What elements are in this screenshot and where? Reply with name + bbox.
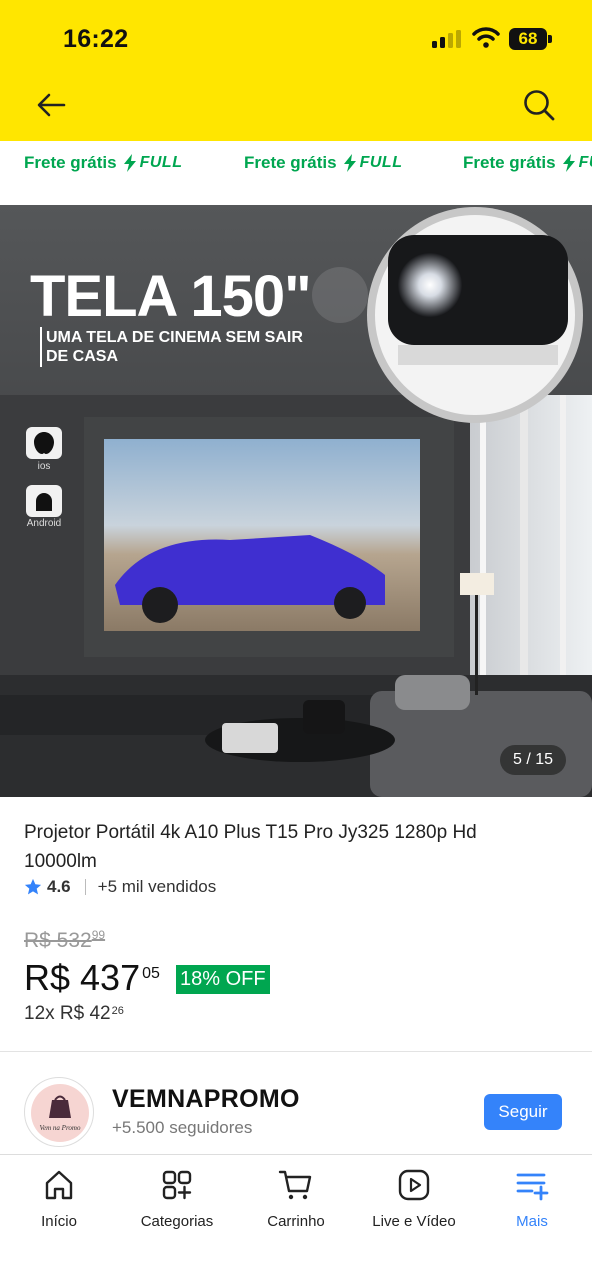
ios-label: ios	[37, 461, 51, 472]
search-icon	[524, 90, 555, 121]
search-button[interactable]	[522, 88, 556, 122]
seller-name[interactable]: VEMNAPROMO	[112, 1085, 300, 1114]
installments: 12x R$ 42 26	[24, 1003, 124, 1024]
home-icon	[45, 1170, 73, 1200]
nav-more-label: Mais	[516, 1213, 548, 1230]
svg-text:Vem na Promo: Vem na Promo	[40, 1124, 81, 1132]
promo-headline: TELA 150"	[30, 264, 312, 329]
wifi-icon	[472, 27, 500, 48]
rating-separator	[84, 879, 86, 895]
discount-badge: 18% OFF	[176, 965, 270, 994]
top-bar: 16:22 68	[0, 0, 592, 141]
categories-icon	[162, 1170, 192, 1200]
old-price: R$ 53299	[24, 928, 106, 952]
lightning-icon	[343, 154, 356, 172]
seller-avatar[interactable]: Vem na Promo	[24, 1077, 94, 1147]
lightning-icon	[123, 154, 136, 172]
battery-icon: 68	[509, 28, 553, 50]
free-shipping-badge: Frete grátis FULL	[463, 153, 592, 172]
bottom-nav: Início Categorias Carrinho Live e Vídeo …	[0, 1154, 592, 1280]
current-price: R$ 437 05	[24, 957, 160, 998]
nav-cart-label: Carrinho	[267, 1213, 325, 1230]
nav-categories-label: Categorias	[140, 1213, 214, 1230]
nav-categories[interactable]: Categorias	[118, 1167, 236, 1230]
image-counter: 5 / 15	[499, 745, 566, 775]
promo-subline-2: DE CASA	[46, 348, 119, 365]
cart-icon	[278, 1170, 312, 1200]
current-price-cents: 05	[142, 965, 160, 982]
seller-logo: Vem na Promo	[31, 1084, 89, 1142]
product-image-carousel[interactable]: TELA 150" UMA TELA DE CINEMA SEM SAIR DE…	[0, 205, 592, 797]
status-time: 16:22	[63, 25, 129, 53]
menu-plus-icon	[516, 1173, 549, 1201]
sold-count: +5 mil vendidos	[97, 877, 217, 896]
free-shipping-badge: Frete grátis FULL	[244, 153, 403, 172]
free-shipping-badge: Frete grátis FULL	[24, 153, 183, 172]
nav-live-video[interactable]: Live e Vídeo	[355, 1167, 473, 1230]
nav-live-video-label: Live e Vídeo	[372, 1213, 456, 1230]
promo-subline-1: UMA TELA DE CINEMA SEM SAIR	[46, 329, 303, 346]
arrow-left-icon	[37, 93, 66, 117]
product-title: Projetor Portátil 4k A10 Plus T15 Pro Jy…	[24, 822, 477, 872]
video-icon	[398, 1169, 430, 1201]
nav-home[interactable]: Início	[0, 1167, 118, 1230]
nav-more[interactable]: Mais	[473, 1167, 591, 1230]
old-price-cents: 99	[91, 928, 106, 942]
seller-followers: +5.500 seguidores	[112, 1118, 253, 1137]
battery-level: 68	[518, 29, 538, 48]
lightning-icon	[562, 154, 575, 172]
free-shipping-strip: Frete grátis FULL Frete grátis FULL Fret…	[0, 141, 592, 205]
installments-cents: 26	[111, 1005, 124, 1017]
star-icon	[24, 878, 42, 895]
follow-button[interactable]: Seguir	[484, 1094, 562, 1130]
rating-score: 4.6	[47, 877, 71, 896]
android-label: Android	[26, 518, 62, 529]
nav-cart[interactable]: Carrinho	[237, 1167, 355, 1230]
section-divider	[0, 1051, 592, 1052]
nav-home-label: Início	[41, 1213, 77, 1230]
signal-icon	[432, 30, 461, 48]
rating-row[interactable]: 4.6 +5 mil vendidos	[24, 877, 216, 897]
back-button[interactable]	[34, 88, 68, 122]
